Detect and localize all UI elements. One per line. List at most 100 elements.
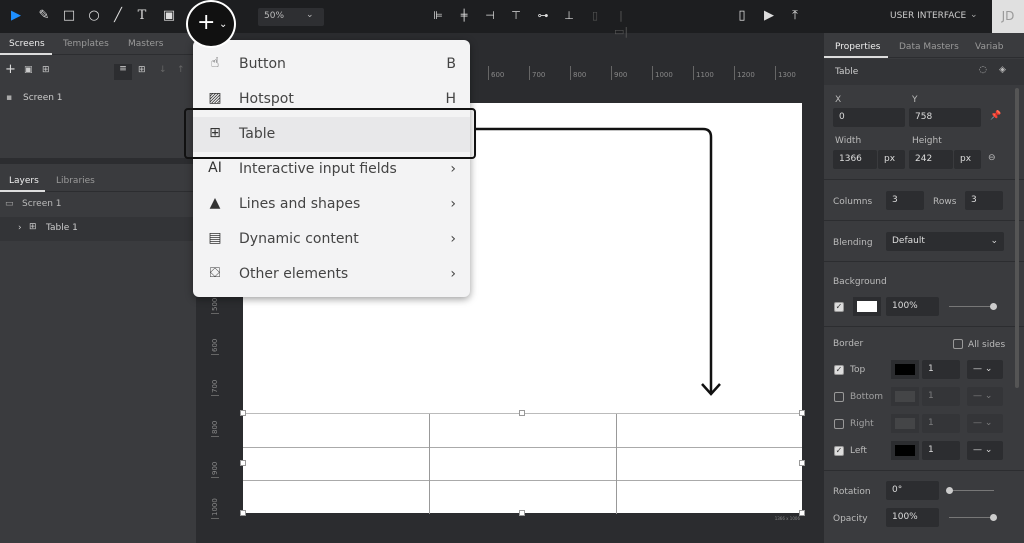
border-width-input[interactable]: 1 (922, 360, 960, 379)
unit: px (960, 154, 972, 164)
rows-input[interactable]: 3 (965, 191, 1003, 210)
border-color-swatch[interactable] (891, 360, 919, 379)
menu-item-button[interactable]: ☝ Button B (193, 47, 470, 82)
border-color-swatch[interactable] (891, 441, 919, 460)
align-bottom-icon[interactable]: ⊥ (561, 8, 577, 24)
layer-screen[interactable]: Screen 1 (22, 199, 62, 209)
align-right-icon[interactable]: ⊣ (482, 8, 498, 24)
rectangle-tool-icon[interactable]: □ (61, 8, 77, 24)
align-top-icon[interactable]: ⊤ (508, 8, 524, 24)
tab-masters[interactable]: Masters (128, 39, 163, 49)
resize-handle[interactable] (519, 510, 525, 516)
x-input[interactable]: 0 (833, 108, 905, 127)
resize-handle[interactable] (799, 460, 805, 466)
height-unit-select[interactable]: px (954, 150, 981, 169)
table-element[interactable] (243, 413, 802, 514)
columns-input[interactable]: 3 (886, 191, 924, 210)
rotation-input[interactable]: 0° (886, 481, 939, 500)
border-color-swatch[interactable] (891, 387, 919, 406)
scrollbar[interactable] (1015, 88, 1019, 388)
border-width-input[interactable]: 1 (922, 441, 960, 460)
border-side-checkbox[interactable] (834, 419, 844, 429)
tab-screens[interactable]: Screens (9, 39, 45, 49)
border-side-checkbox[interactable] (834, 392, 844, 402)
y-input[interactable]: 758 (909, 108, 981, 127)
zoom-select[interactable]: 50% ⌄ (258, 8, 324, 26)
move-up-icon[interactable]: ↑ (177, 65, 185, 75)
move-down-icon[interactable]: ↓ (159, 65, 167, 75)
screen-list-item[interactable]: Screen 1 (23, 93, 63, 103)
bg-opacity-slider[interactable] (949, 306, 994, 307)
align-left-icon[interactable]: ⊫ (430, 8, 446, 24)
width-input[interactable]: 1366 (833, 150, 877, 169)
resize-handle[interactable] (240, 410, 246, 416)
border-side-checkbox[interactable]: ✓ (834, 365, 844, 375)
resize-handle[interactable] (799, 510, 805, 516)
line-tool-icon[interactable]: ╱ (110, 8, 126, 24)
resize-handle[interactable] (240, 460, 246, 466)
add-folder-icon[interactable]: ⊞ (42, 65, 50, 75)
add-screen-icon[interactable]: + (5, 62, 16, 77)
border-style-select[interactable]: — ⌄ (967, 414, 1003, 433)
resize-handle[interactable] (519, 410, 525, 416)
menu-item-other-elements[interactable]: ⛋ Other elements › (193, 257, 470, 292)
border-style-select[interactable]: — ⌄ (967, 387, 1003, 406)
width-unit-select[interactable]: px (878, 150, 905, 169)
user-avatar[interactable]: JD (992, 0, 1024, 33)
border-color-swatch[interactable] (891, 414, 919, 433)
menu-item-lines-shapes[interactable]: ▲ Lines and shapes › (193, 187, 470, 222)
tab-properties[interactable]: Properties (835, 42, 880, 52)
layer-row[interactable]: › ⊞ Table 1 (0, 217, 196, 241)
slider-handle[interactable] (990, 514, 997, 521)
top-toolbar: ▶ ✎ □ ○ ╱ T ▣ 50% ⌄ ⊫ ╪ ⊣ ⊤ ⊶ ⊥ ▯ |▭| ▯ … (0, 0, 1024, 38)
tab-templates[interactable]: Templates (63, 39, 109, 49)
tab-layers[interactable]: Layers (9, 176, 39, 186)
distribute-h-icon[interactable]: ▯ (587, 8, 603, 24)
slider-handle[interactable] (946, 487, 953, 494)
border-side-checkbox[interactable]: ✓ (834, 446, 844, 456)
link-icon[interactable]: ⊖ (988, 153, 996, 163)
image-tool-icon[interactable]: ▣ (161, 8, 177, 24)
list-view-icon[interactable]: ≡ (114, 64, 132, 80)
height-input[interactable]: 242 (909, 150, 953, 169)
opacity-input[interactable]: 100% (886, 508, 939, 527)
tab-variables[interactable]: Variab (975, 42, 1003, 52)
menu-label: Dynamic content (239, 231, 359, 247)
insert-button[interactable]: + ⌄ (186, 0, 236, 48)
table-icon: ⊞ (29, 222, 37, 232)
blending-select[interactable]: Default ⌄ (886, 232, 1004, 251)
device-preview-icon[interactable]: ▯ (734, 8, 750, 24)
border-style-select[interactable]: — ⌄ (967, 360, 1003, 379)
align-middle-icon[interactable]: ⊶ (535, 8, 551, 24)
border-width-input[interactable]: 1 (922, 387, 960, 406)
pin-icon[interactable]: 📌 (990, 111, 1001, 121)
distribute-v-icon[interactable]: |▭| (613, 8, 629, 38)
all-sides-checkbox[interactable] (953, 339, 963, 349)
background-checkbox[interactable]: ✓ (834, 302, 844, 312)
background-color-swatch[interactable] (853, 297, 881, 316)
bg-opacity-input[interactable]: 100% (886, 297, 939, 316)
text-tool-icon[interactable]: T (134, 8, 150, 24)
project-name[interactable]: USER INTERFACE (890, 11, 966, 21)
grid-view-icon[interactable]: ⊞ (138, 65, 146, 75)
tab-libraries[interactable]: Libraries (56, 176, 95, 186)
border-style-select[interactable]: — ⌄ (967, 441, 1003, 460)
resize-handle[interactable] (240, 510, 246, 516)
visibility-icon[interactable]: ◌ (979, 65, 987, 75)
ellipse-tool-icon[interactable]: ○ (86, 8, 102, 24)
rotation-slider[interactable] (949, 490, 994, 491)
tab-data-masters[interactable]: Data Masters (899, 42, 959, 52)
border-width-input[interactable]: 1 (922, 414, 960, 433)
expand-icon[interactable]: › (18, 223, 22, 233)
image-icon[interactable]: ▣ (24, 65, 33, 75)
select-tool-icon[interactable]: ▶ (8, 8, 24, 24)
align-center-icon[interactable]: ╪ (456, 8, 472, 24)
opacity-slider[interactable] (949, 517, 994, 518)
play-icon[interactable]: ▶ (761, 8, 777, 24)
resize-handle[interactable] (799, 410, 805, 416)
share-icon[interactable]: ⤒ (787, 8, 803, 24)
pen-tool-icon[interactable]: ✎ (36, 8, 52, 24)
menu-item-dynamic-content[interactable]: ▤ Dynamic content › (193, 222, 470, 257)
slider-handle[interactable] (990, 303, 997, 310)
layers-icon[interactable]: ◈ (999, 65, 1006, 75)
